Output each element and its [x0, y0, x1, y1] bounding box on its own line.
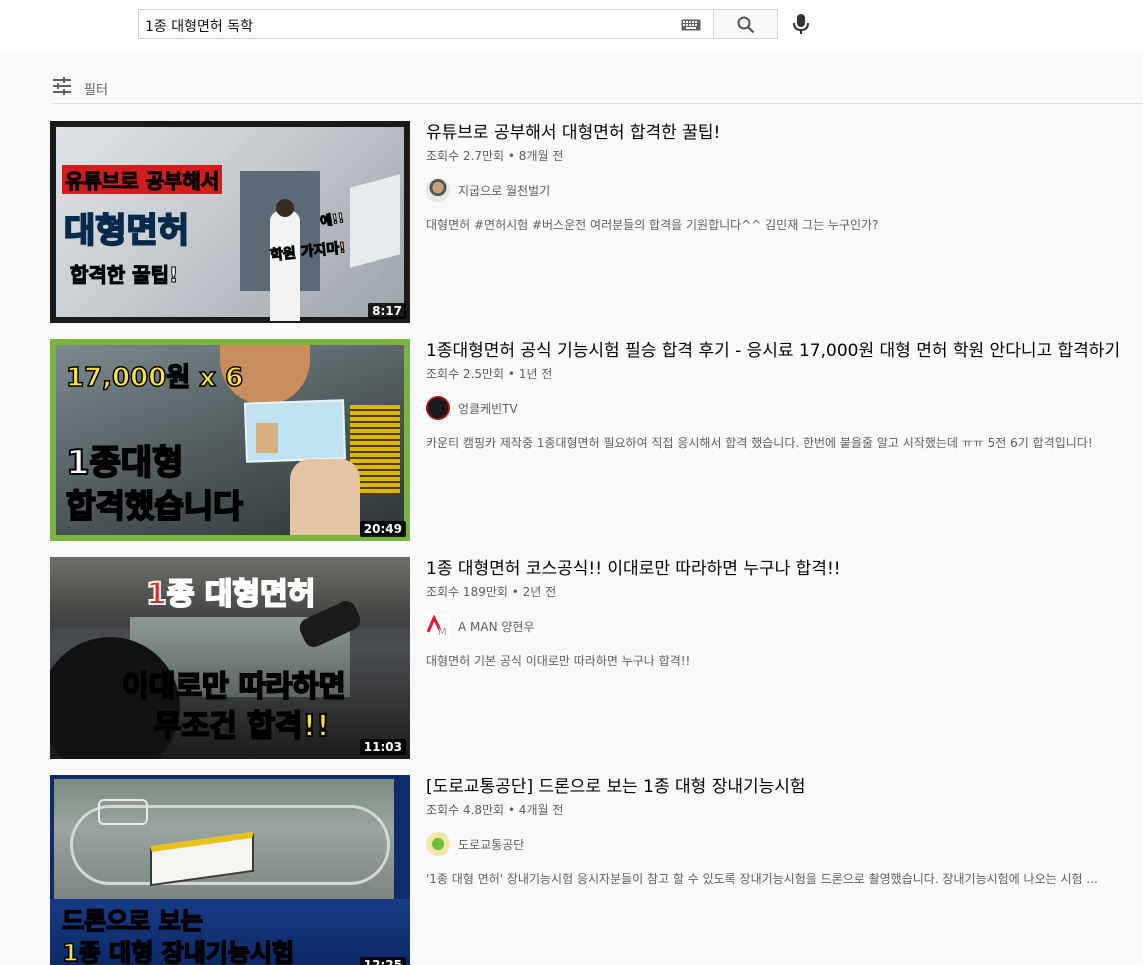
channel-link[interactable]: 지굽으로 월천벌기: [426, 178, 1141, 202]
avatar[interactable]: [426, 396, 450, 420]
search-icon: [737, 16, 755, 34]
thumbnail-caption: 드론으로 보는: [61, 906, 203, 936]
video-meta: 조회수 189만회 • 2년 전: [426, 585, 557, 599]
video-result[interactable]: 유튜브로 공부해서 대형면허 합격한 꿀팁! 학원 가지마! 예!! 8:17 …: [50, 121, 1143, 323]
thumbnail-caption: 1종대형: [65, 442, 184, 484]
channel-name[interactable]: 도로교통공단: [458, 836, 524, 853]
video-result[interactable]: 17,000원 x 6 1종대형 합격했습니다 20:49 1종대형면허 공식 …: [50, 339, 1143, 541]
video-meta: 조회수 4.8만회 • 4개월 전: [426, 803, 564, 817]
masthead: 1종 대형면허 독학: [0, 0, 1143, 52]
channel-link[interactable]: M A MAN 양현우: [426, 614, 1141, 638]
video-thumbnail[interactable]: 유튜브로 공부해서 대형면허 합격한 꿀팁! 학원 가지마! 예!! 8:17: [50, 121, 410, 323]
thumbnail-caption: 합격했습니다: [65, 486, 244, 526]
search-input[interactable]: 1종 대형면허 독학: [138, 9, 714, 39]
video-description: 대형면허 기본 공식 이대로만 따라하면 누구나 합격!!: [426, 654, 691, 668]
thumbnail-caption: 무조건 합격!!: [153, 708, 331, 745]
avatar[interactable]: [426, 832, 450, 856]
svg-text:M: M: [438, 627, 447, 638]
video-thumbnail[interactable]: 드론으로 보는 1종 대형 장내기능시험 12:25: [50, 775, 410, 965]
video-meta: 조회수 2.5만회 • 1년 전: [426, 367, 553, 381]
channel-name[interactable]: 지굽으로 월천벌기: [458, 182, 550, 199]
video-meta: 조회수 2.7만회 • 8개월 전: [426, 149, 564, 163]
video-description: 카운티 캠핑카 제작중 1종대형면허 필요하여 직접 응시해서 합격 했습니다.…: [426, 436, 1093, 450]
video-description: 대형면허 #면허시험 #버스운전 여러분들의 합격을 기원합니다^^ 김민재 그…: [426, 218, 879, 232]
video-thumbnail[interactable]: 1종 대형면허 이대로만 따라하면 무조건 합격!! 11:03: [50, 557, 410, 759]
video-duration: 20:49: [359, 521, 406, 537]
channel-name[interactable]: 엉클케빈TV: [458, 400, 518, 417]
thumbnail-caption: 이대로만 따라하면: [121, 668, 347, 704]
thumbnail-caption: 예!!: [319, 211, 346, 231]
channel-link[interactable]: 도로교통공단: [426, 832, 1141, 856]
video-result[interactable]: 1종 대형면허 이대로만 따라하면 무조건 합격!! 11:03 1종 대형면허…: [50, 557, 1143, 759]
channel-link[interactable]: 엉클케빈TV: [426, 396, 1141, 420]
mic-icon[interactable]: [790, 12, 812, 36]
filter-icon: [53, 77, 71, 95]
video-duration: 8:17: [368, 303, 406, 319]
video-result[interactable]: 드론으로 보는 1종 대형 장내기능시험 12:25 [도로교통공단] 드론으로…: [50, 775, 1143, 965]
avatar[interactable]: M: [426, 614, 450, 638]
video-title[interactable]: 1종대형면허 공식 기능시험 필승 합격 후기 - 응시료 17,000원 대형…: [426, 339, 1141, 363]
video-description: '1종 대형 면허' 장내기능시험 응시자분들이 참고 할 수 있도록 장내기능…: [426, 872, 1098, 886]
thumbnail-caption: 1종 대형면허: [145, 576, 316, 613]
divider: [52, 103, 1143, 104]
search-query-text: 1종 대형면허 독학: [145, 19, 253, 35]
video-title[interactable]: 1종 대형면허 코스공식!! 이대로만 따라하면 누구나 합격!!: [426, 557, 1141, 581]
thumbnail-caption: 1종 대형 장내기능시험: [61, 938, 295, 965]
thumbnail-caption: 합격한 꿀팁!: [69, 263, 179, 288]
filter-label: 필터: [84, 83, 108, 98]
channel-name[interactable]: A MAN 양현우: [458, 618, 535, 635]
thumbnail-caption: 유튜브로 공부해서: [62, 165, 223, 194]
thumbnail-caption: 대형면허: [63, 210, 190, 252]
video-title[interactable]: 유튜브로 공부해서 대형면허 합격한 꿀팁!: [426, 121, 1141, 145]
thumbnail-caption: 17,000원 x 6: [65, 362, 244, 394]
search-button[interactable]: [713, 9, 778, 39]
video-duration: 12:25: [359, 957, 406, 965]
video-thumbnail[interactable]: 17,000원 x 6 1종대형 합격했습니다 20:49: [50, 339, 410, 541]
video-duration: 11:03: [359, 739, 406, 755]
video-title[interactable]: [도로교통공단] 드론으로 보는 1종 대형 장내기능시험: [426, 775, 1141, 799]
avatar[interactable]: [426, 178, 450, 202]
keyboard-icon[interactable]: [681, 19, 701, 31]
